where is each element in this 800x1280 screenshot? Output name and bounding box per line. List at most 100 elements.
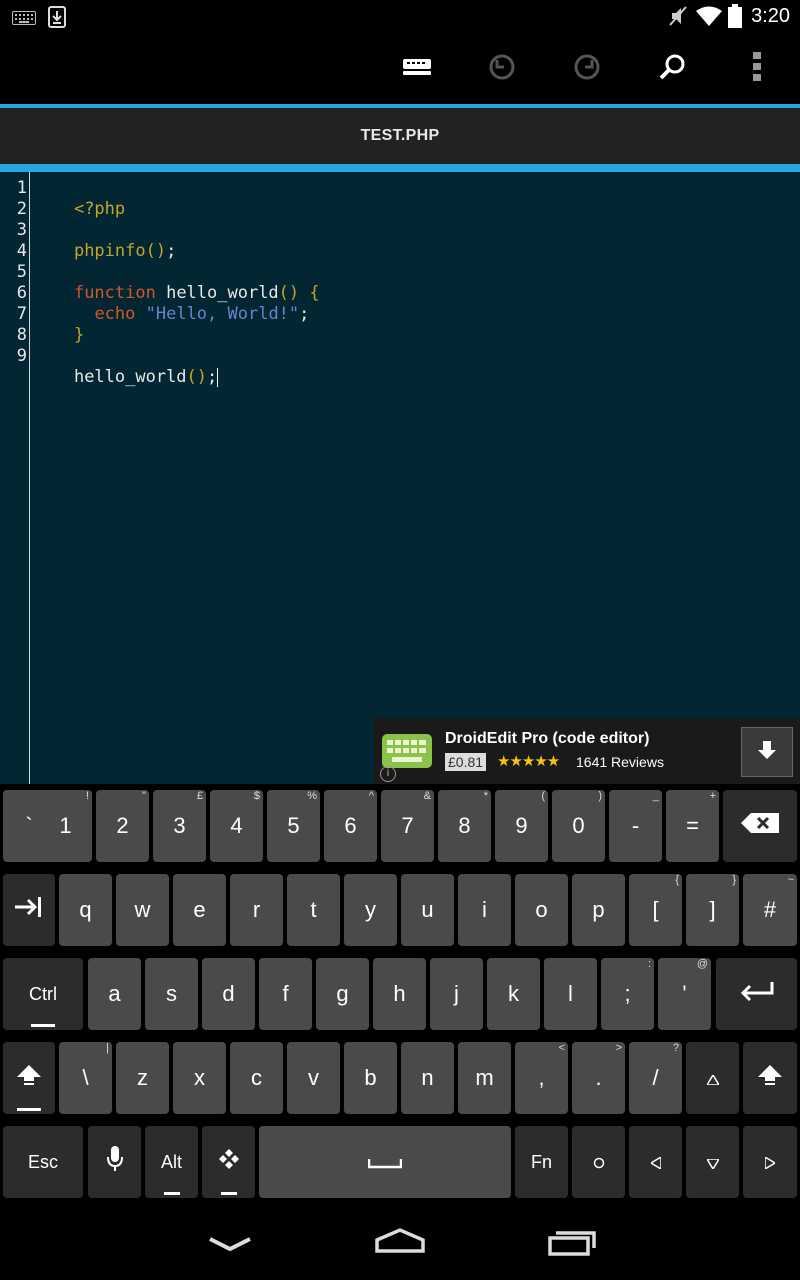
key-p[interactable]: p (572, 874, 625, 946)
undo-icon (488, 53, 516, 85)
arrow-left-key[interactable] (629, 1126, 682, 1198)
key-apostrophe[interactable]: @ ' (658, 958, 711, 1030)
redo-button[interactable] (552, 34, 622, 104)
key-8[interactable]: * 8 (438, 790, 491, 862)
key-l[interactable]: l (544, 958, 597, 1030)
ad-banner[interactable]: DroidEdit Pro (code editor) £0.81 ★★★★★ … (374, 718, 800, 784)
key-q[interactable]: q (59, 874, 112, 946)
key-label: 8 (458, 813, 471, 838)
file-tab[interactable]: TEST.PHP (0, 108, 800, 164)
key-label: m (475, 1065, 494, 1090)
key-e[interactable]: e (173, 874, 226, 946)
backspace-key[interactable] (723, 790, 797, 862)
key-label: 6 (344, 813, 357, 838)
key-g[interactable]: g (316, 958, 369, 1030)
shift-key-right[interactable] (743, 1042, 797, 1114)
key-0[interactable]: ) 0 (552, 790, 605, 862)
key-4[interactable]: $4 (210, 790, 263, 862)
key-9[interactable]: (9 (495, 790, 548, 862)
key-alt-label: " (142, 790, 146, 802)
key-u[interactable]: u (401, 874, 454, 946)
line-number-gutter: 1 2 3 4 5 6 7 8 9 (0, 172, 30, 784)
key-equals[interactable]: + = (666, 790, 719, 862)
key-5[interactable]: % 5 (267, 790, 320, 862)
key-o[interactable]: o (515, 874, 568, 946)
key-y[interactable]: y (344, 874, 397, 946)
back-icon[interactable] (208, 1236, 252, 1256)
key-label: a (108, 981, 121, 1006)
key-i[interactable]: i (458, 874, 511, 946)
overflow-menu-button[interactable] (722, 34, 792, 104)
key-a[interactable]: a (88, 958, 141, 1030)
key-k[interactable]: k (487, 958, 540, 1030)
key-f[interactable]: f (259, 958, 312, 1030)
key-slash[interactable]: ? / (629, 1042, 682, 1114)
key-x[interactable]: x (173, 1042, 226, 1114)
key-label: f (282, 981, 289, 1006)
meta-key[interactable] (202, 1126, 255, 1198)
key-t[interactable]: t (287, 874, 340, 946)
code-token: hello_world (73, 367, 187, 387)
code-line[interactable]: hello_world(); (33, 346, 219, 409)
search-button[interactable] (637, 34, 707, 104)
key-lock-indicator (163, 1192, 180, 1195)
key-label: / (652, 1065, 659, 1090)
ad-info-icon[interactable]: i (380, 766, 396, 782)
arrow-right-key[interactable] (743, 1126, 797, 1198)
key-alt-label: } (732, 874, 736, 886)
arrow-down-key[interactable] (686, 1126, 739, 1198)
code-token: echo (94, 304, 136, 324)
key-close-bracket[interactable]: }] (686, 874, 739, 946)
fn-key[interactable]: Fn (515, 1126, 568, 1198)
enter-key[interactable] (716, 958, 797, 1030)
circle-key[interactable] (572, 1126, 625, 1198)
ctrl-key[interactable]: Ctrl (3, 958, 83, 1030)
shift-key-left[interactable] (3, 1042, 55, 1114)
alt-key[interactable]: Alt (145, 1126, 198, 1198)
status-bar: 3:20 (0, 0, 800, 34)
recents-icon[interactable] (548, 1228, 596, 1260)
key-1[interactable]: ! 1 (39, 790, 92, 862)
key-b[interactable]: b (344, 1042, 397, 1114)
key-m[interactable]: m (458, 1042, 511, 1114)
diamond-icon (218, 1149, 239, 1175)
key-6[interactable]: ^ 6 (324, 790, 377, 862)
key-d[interactable]: d (202, 958, 255, 1030)
key-comma[interactable]: <, (515, 1042, 568, 1114)
key-h[interactable]: h (373, 958, 426, 1030)
undo-button[interactable] (467, 34, 537, 104)
key-n[interactable]: n (401, 1042, 454, 1114)
key-c[interactable]: c (230, 1042, 283, 1114)
key-backslash[interactable]: | \ (59, 1042, 112, 1114)
key-hash[interactable]: ~ # (743, 874, 797, 946)
esc-key[interactable]: Esc (3, 1126, 83, 1198)
key-period[interactable]: >. (572, 1042, 625, 1114)
key-r[interactable]: r (230, 874, 283, 946)
key-label: 5 (287, 813, 300, 838)
key-w[interactable]: w (116, 874, 169, 946)
keyboard-hide-button[interactable] (382, 34, 452, 104)
key-alt-label: £ (196, 790, 203, 802)
key-label: x (194, 1065, 205, 1090)
ad-download-button[interactable] (741, 727, 793, 777)
key-v[interactable]: v (287, 1042, 340, 1114)
mic-key[interactable] (88, 1126, 141, 1198)
space-key[interactable] (259, 1126, 511, 1198)
code-editor[interactable]: 1 2 3 4 5 6 7 8 9 <?php phpinfo(); funct… (0, 172, 800, 784)
battery-icon (728, 4, 742, 32)
key-semicolon[interactable]: :; (601, 958, 654, 1030)
key-s[interactable]: s (145, 958, 198, 1030)
arrow-up-key[interactable] (686, 1042, 739, 1114)
tab-key[interactable] (3, 874, 55, 946)
mute-icon (668, 5, 688, 31)
key-minus[interactable]: _ - (609, 790, 662, 862)
key-3[interactable]: £3 (153, 790, 206, 862)
home-icon[interactable] (374, 1228, 426, 1258)
code-token: phpinfo (73, 241, 146, 261)
key-open-bracket[interactable]: {[ (629, 874, 682, 946)
key-j[interactable]: j (430, 958, 483, 1030)
key-2[interactable]: " 2 (96, 790, 149, 862)
key-7[interactable]: & 7 (381, 790, 434, 862)
key-z[interactable]: z (116, 1042, 169, 1114)
code-token: } (73, 325, 85, 345)
